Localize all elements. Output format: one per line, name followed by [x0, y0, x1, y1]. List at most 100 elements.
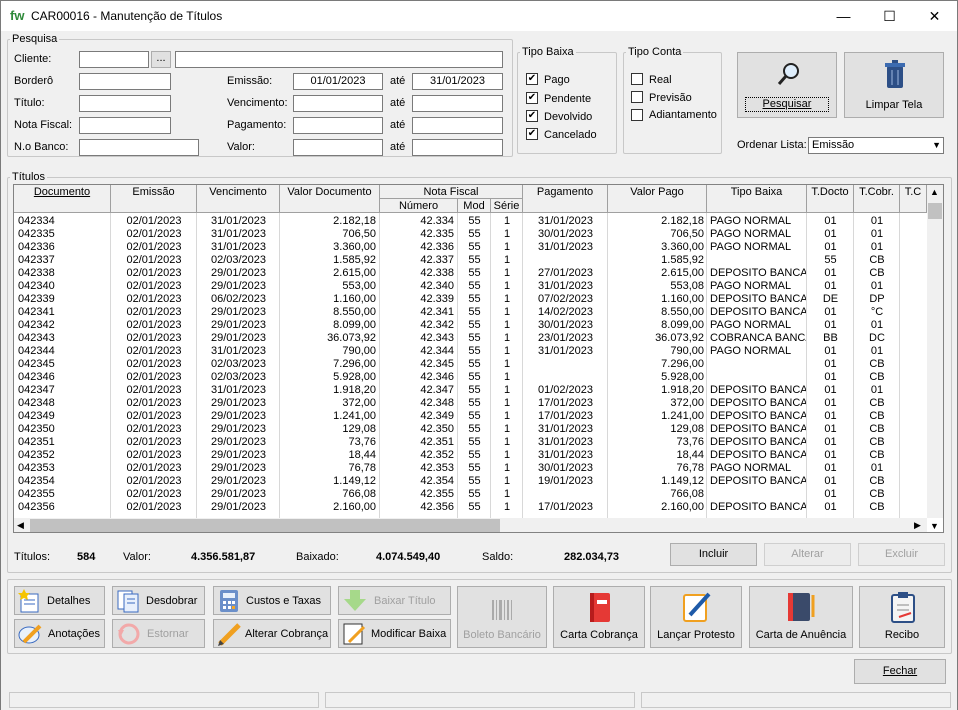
carta-cobranca-button[interactable]: Carta Cobrança [553, 586, 645, 648]
titulo-input[interactable] [79, 95, 171, 112]
valor-de-input[interactable] [293, 139, 383, 156]
scroll-right-icon[interactable]: ▶ [914, 520, 921, 531]
col-nota-fiscal[interactable]: Nota Fiscal [380, 185, 523, 199]
real-checkbox[interactable] [631, 73, 643, 85]
table-row[interactable]: 042342 02/01/2023 29/01/2023 8.099,00 42.342… [14, 319, 927, 332]
alterar-cobranca-button[interactable]: Alterar Cobrança [213, 619, 331, 648]
limpar-tela-button[interactable]: Limpar Tela [844, 52, 944, 118]
excluir-button[interactable]: Excluir [858, 543, 945, 566]
table-row[interactable]: 042349 02/01/2023 29/01/2023 1.241,00 42.349… [14, 410, 927, 423]
table-row[interactable]: 042352 02/01/2023 29/01/2023 18,44 42.352 55 1… [14, 449, 927, 462]
col-valor-documento[interactable]: Valor Documento [280, 185, 380, 213]
table-row[interactable]: 042355 02/01/2023 29/01/2023 766,08 42.355 55… [14, 488, 927, 501]
lancar-protesto-button[interactable]: Lançar Protesto [650, 586, 742, 648]
pesquisar-button[interactable]: Pesquisar [737, 52, 837, 118]
col-tc[interactable]: T.C [900, 185, 927, 213]
col-tcobr[interactable]: T.Cobr. [854, 185, 900, 213]
table-row[interactable]: 042347 02/01/2023 31/01/2023 1.918,20 42.347… [14, 384, 927, 397]
boleto-bancario-button[interactable]: Boleto Bancário [457, 586, 547, 648]
vencimento-ate-input[interactable] [412, 95, 503, 112]
col-tdocto[interactable]: T.Docto [807, 185, 854, 213]
titulos-grid[interactable]: Documento Emissão Vencimento Valor Docum… [13, 184, 944, 533]
estornar-button[interactable]: Estornar [112, 619, 205, 648]
vertical-scrollbar[interactable]: ▲ ▼ [927, 185, 943, 531]
table-cell: 55 [468, 371, 481, 383]
table-row[interactable]: 042339 02/01/2023 06/02/2023 1.160,00 42.339… [14, 293, 927, 306]
pago-checkbox[interactable]: ✔ [526, 73, 538, 85]
pendente-checkbox[interactable]: ✔ [526, 92, 538, 104]
cancelado-checkbox[interactable]: ✔ [526, 128, 538, 140]
adiantamento-checkbox[interactable] [631, 109, 643, 121]
cliente-name-input[interactable] [175, 51, 503, 68]
close-button[interactable]: ✕ [912, 1, 957, 31]
col-mod[interactable]: Mod [458, 199, 491, 213]
modificar-baixa-button[interactable]: Modificar Baixa [338, 619, 451, 648]
nobanco-input[interactable] [79, 139, 199, 156]
col-tipo-baixa[interactable]: Tipo Baixa [707, 185, 807, 213]
emissao-ate-input[interactable]: 31/01/2023 [412, 73, 503, 90]
baixar-titulo-label: Baixar Título [374, 595, 436, 607]
cliente-lookup-button[interactable]: ... [151, 51, 171, 68]
previsao-checkbox[interactable] [631, 91, 643, 103]
col-documento[interactable]: Documento [14, 185, 111, 213]
minimize-button[interactable]: — [821, 1, 866, 31]
column-divider [522, 213, 523, 518]
baixar-titulo-button[interactable]: Baixar Título [338, 586, 451, 615]
table-cell: 706,50 [342, 228, 376, 240]
cliente-code-input[interactable] [79, 51, 149, 68]
table-cell: 07/02/2023 [537, 293, 594, 305]
table-row[interactable]: 042341 02/01/2023 29/01/2023 8.550,00 42.341… [14, 306, 927, 319]
col-valor-pago[interactable]: Valor Pago [608, 185, 707, 213]
table-row[interactable]: 042356 02/01/2023 29/01/2023 2.160,00 42.356… [14, 501, 927, 514]
table-row[interactable]: 042353 02/01/2023 29/01/2023 76,78 42.353 55 1… [14, 462, 927, 475]
hscroll-thumb[interactable] [30, 519, 500, 532]
nota-fiscal-input[interactable] [79, 117, 171, 134]
table-cell: 042343 [18, 332, 55, 344]
table-row[interactable]: 042351 02/01/2023 29/01/2023 73,76 42.351 55 1… [14, 436, 927, 449]
table-row[interactable]: 042336 02/01/2023 31/01/2023 3.360,00 42.336… [14, 241, 927, 254]
vencimento-de-input[interactable] [293, 95, 383, 112]
col-pagamento[interactable]: Pagamento [523, 185, 608, 213]
pagamento-de-input[interactable] [293, 117, 383, 134]
col-numero[interactable]: Número [380, 199, 458, 213]
horizontal-scrollbar[interactable]: ◀ ▶ [14, 518, 927, 532]
custos-taxas-button[interactable]: Custos e Taxas [213, 586, 331, 615]
table-row[interactable]: 042348 02/01/2023 29/01/2023 372,00 42.348 55… [14, 397, 927, 410]
incluir-button[interactable]: Incluir [670, 543, 757, 566]
devolvido-checkbox[interactable]: ✔ [526, 110, 538, 122]
recibo-button[interactable]: Recibo [859, 586, 945, 648]
table-row[interactable]: 042345 02/01/2023 02/03/2023 7.296,00 42.345… [14, 358, 927, 371]
anotacoes-button[interactable]: Anotações [14, 619, 105, 648]
valor-ate-input[interactable] [412, 139, 503, 156]
fechar-button[interactable]: Fechar [854, 659, 946, 684]
maximize-button[interactable]: ☐ [867, 1, 912, 31]
desdobrar-button[interactable]: Desdobrar [112, 586, 205, 615]
table-row[interactable]: 042346 02/01/2023 02/03/2023 5.928,00 42.346… [14, 371, 927, 384]
emissao-de-input[interactable]: 01/01/2023 [293, 73, 383, 90]
ordenar-select[interactable]: Emissão ▼ [808, 137, 944, 154]
table-row[interactable]: 042335 02/01/2023 31/01/2023 706,50 42.335 55… [14, 228, 927, 241]
table-row[interactable]: 042343 02/01/2023 29/01/2023 36.073,92 42.34… [14, 332, 927, 345]
table-row[interactable]: 042354 02/01/2023 29/01/2023 1.149,12 42.354… [14, 475, 927, 488]
alterar-button[interactable]: Alterar [764, 543, 851, 566]
col-vencimento[interactable]: Vencimento [197, 185, 280, 213]
table-row[interactable]: 042344 02/01/2023 31/01/2023 790,00 42.344 55… [14, 345, 927, 358]
table-row[interactable]: 042350 02/01/2023 29/01/2023 129,08 42.350 55… [14, 423, 927, 436]
scroll-down-icon[interactable]: ▼ [930, 521, 939, 531]
table-row[interactable]: 042340 02/01/2023 29/01/2023 553,00 42.340 55… [14, 280, 927, 293]
table-cell: 02/01/2023 [126, 241, 182, 253]
detalhes-button[interactable]: Detalhes [14, 586, 105, 615]
carta-anuencia-button[interactable]: Carta de Anuência [749, 586, 853, 648]
table-row[interactable]: 042338 02/01/2023 29/01/2023 2.615,00 42.338… [14, 267, 927, 280]
scroll-up-icon[interactable]: ▲ [930, 187, 939, 197]
table-cell: 02/01/2023 [126, 410, 182, 422]
pagamento-ate-input[interactable] [412, 117, 503, 134]
bordero-input[interactable] [79, 73, 171, 90]
scroll-left-icon[interactable]: ◀ [17, 520, 24, 531]
table-row[interactable]: 042337 02/01/2023 02/03/2023 1.585,92 42.337… [14, 254, 927, 267]
table-cell: 042335 [18, 228, 55, 240]
col-serie[interactable]: Série [491, 199, 523, 213]
table-row[interactable]: 042334 02/01/2023 31/01/2023 2.182,18 42.334… [14, 215, 927, 228]
col-emissao[interactable]: Emissão [111, 185, 197, 213]
scroll-thumb[interactable] [928, 203, 942, 219]
